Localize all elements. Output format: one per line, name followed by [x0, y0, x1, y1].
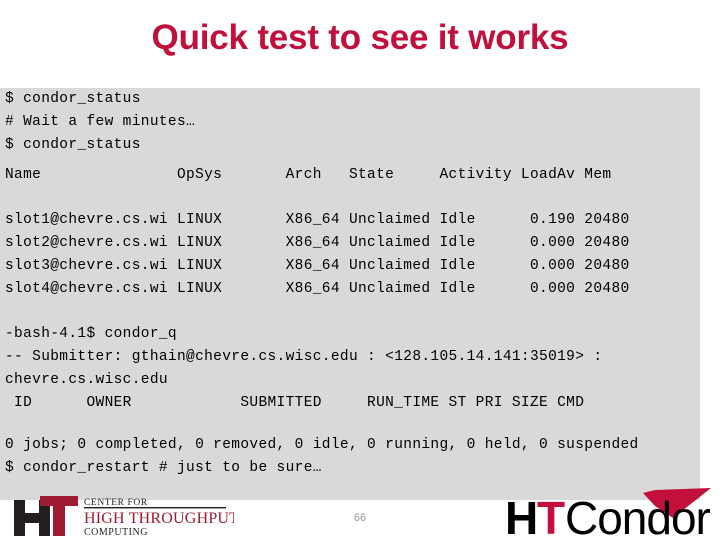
queue-summary: 0 jobs; 0 completed, 0 removed, 0 idle, … — [5, 437, 639, 453]
cmd-condor-restart: $ condor_restart # just to be sure… — [5, 460, 322, 476]
comment-wait: # Wait a few minutes… — [5, 114, 196, 130]
queue-header: ID OWNER SUBMITTED RUN_TIME ST PRI SIZE … — [5, 395, 585, 411]
cmd-condor-q: -bash-4.1$ condor_q — [5, 326, 177, 342]
htcondor-condor: Condor — [565, 492, 711, 540]
terminal-output-panel: $ condor_status # Wait a few minutes… $ co… — [0, 88, 700, 500]
chtc-line3: COMPUTING — [84, 527, 148, 538]
page-title: Quick test to see it works — [151, 18, 569, 57]
htcondor-logo: H T Condor — [505, 488, 717, 544]
htcondor-h: H — [505, 492, 538, 540]
cmd-condor-status-2: $ condor_status — [5, 137, 141, 153]
status-header: Name OpSys Arch State Activity LoadAv Me… — [5, 167, 612, 183]
chtc-logo-graphic: CENTER FOR HIGH THROUGHPUT COMPUTING — [14, 496, 239, 538]
submitter-host: chevre.cs.wisc.edu — [5, 372, 168, 388]
status-row-slot3: slot3@chevre.cs.wi LINUX X86_64 Unclaime… — [5, 258, 630, 274]
htcondor-t: T — [537, 492, 565, 540]
status-row-slot2: slot2@chevre.cs.wi LINUX X86_64 Unclaime… — [5, 235, 630, 251]
chtc-logo: CENTER FOR HIGH THROUGHPUT COMPUTING — [14, 496, 239, 538]
submitter-line: -- Submitter: gthain@chevre.cs.wisc.edu … — [5, 349, 603, 365]
status-row-slot4: slot4@chevre.cs.wi LINUX X86_64 Unclaime… — [5, 281, 630, 297]
chtc-line2: HIGH THROUGHPUT — [84, 510, 234, 527]
htcondor-logo-graphic: H T Condor — [505, 488, 712, 544]
status-row-slot1: slot1@chevre.cs.wi LINUX X86_64 Unclaime… — [5, 212, 630, 228]
cmd-condor-status-1: $ condor_status — [5, 91, 141, 107]
chtc-line1: CENTER FOR — [84, 498, 148, 508]
